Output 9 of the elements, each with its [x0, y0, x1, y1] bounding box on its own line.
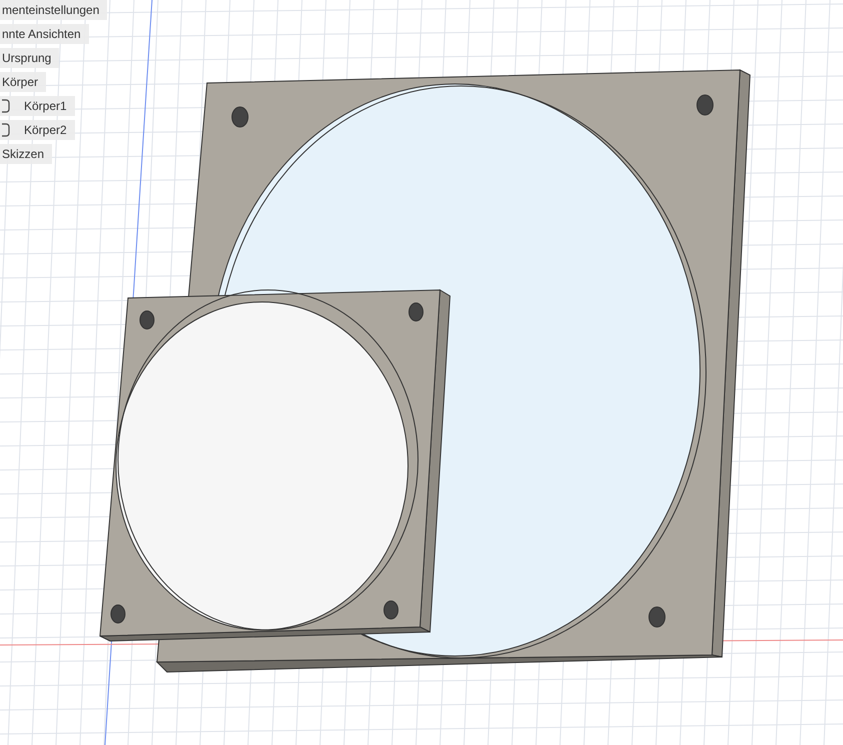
browser-item[interactable]: nnte Ansichten [0, 24, 89, 44]
body-icon [2, 123, 10, 137]
browser-item[interactable]: Körper1 [0, 96, 75, 116]
browser-item[interactable]: Körper2 [0, 120, 75, 140]
body-icon [2, 99, 10, 113]
browser-item[interactable]: Skizzen [0, 144, 52, 164]
browser-item[interactable]: Ursprung [0, 48, 60, 68]
browser-item[interactable]: menteinstellungen [0, 0, 108, 20]
browser-item[interactable]: Körper [0, 72, 46, 92]
